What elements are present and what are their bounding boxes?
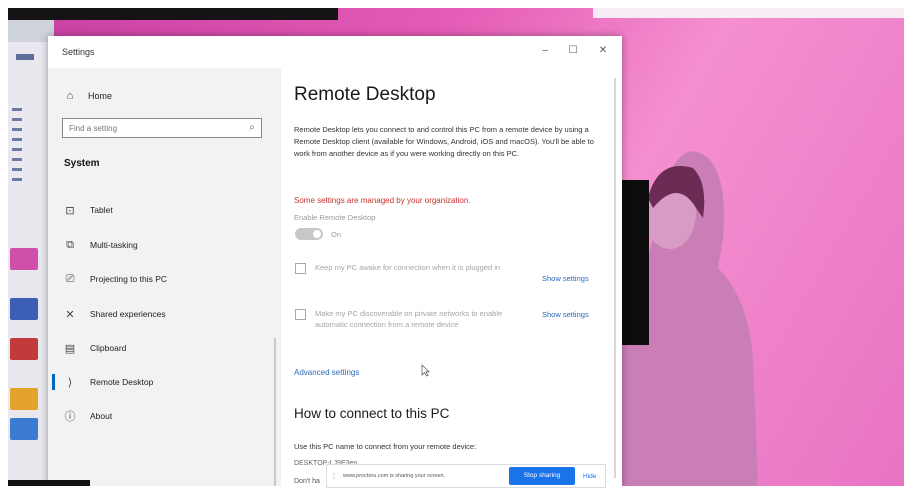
desktop-icon[interactable] (10, 418, 38, 440)
search-input[interactable] (69, 122, 239, 134)
remote-desktop-icon: ⟩ (67, 376, 73, 389)
hide-link[interactable]: Hide (583, 473, 596, 480)
clipboard-icon: ▤ (64, 342, 76, 355)
sidebar-item-label: Tablet (90, 205, 113, 215)
content-scrollbar[interactable] (614, 78, 616, 478)
nav-home-label: Home (88, 91, 113, 101)
close-button[interactable]: ✕ (596, 44, 610, 58)
show-settings-link-1[interactable]: Show settings (542, 274, 589, 283)
sidebar-item-remote-desktop[interactable]: ⟩ Remote Desktop (52, 371, 268, 393)
explorer-tree-row (12, 138, 22, 141)
screen-share-bar: ⁞ www.proctoru.com is sharing your scree… (326, 464, 606, 488)
sidebar-item-label: Multi-tasking (90, 240, 138, 250)
active-indicator (52, 374, 55, 390)
explorer-tree-row (12, 178, 22, 181)
taskbar-fragment (8, 480, 90, 486)
mouse-cursor-icon (421, 364, 430, 377)
sidebar-item-label: Projecting to this PC (90, 274, 168, 284)
discoverable-label: Make my PC discoverable on private netwo… (315, 309, 503, 329)
shared-experiences-icon: ✕ (65, 308, 75, 321)
sidebar-item-label: Remote Desktop (90, 377, 154, 387)
screen-capture-frame: Settings – ☐ ✕ ⌂ Home ⌕ System ⊡ Tablet … (8, 8, 904, 486)
about-icon: ⓘ (64, 411, 76, 423)
stop-sharing-button[interactable]: Stop sharing (509, 467, 575, 485)
managed-by-org-notice: Some settings are managed by your organi… (294, 196, 471, 205)
explorer-ribbon-icon (16, 54, 34, 60)
page-description: Remote Desktop lets you connect to and c… (294, 125, 594, 158)
nav-home[interactable]: ⌂ Home (64, 90, 112, 102)
desktop-icon[interactable] (10, 248, 38, 270)
explorer-tree-row (12, 148, 22, 151)
title-bar[interactable]: Settings – ☐ ✕ (48, 36, 622, 68)
explorer-tree-row (12, 108, 22, 111)
toggle-track[interactable] (295, 228, 323, 240)
desktop-icon[interactable] (10, 298, 38, 320)
enable-remote-desktop-toggle[interactable]: On (295, 228, 341, 240)
how-to-connect-heading: How to connect to this PC (294, 406, 450, 421)
sidebar-scrollbar[interactable] (274, 338, 276, 486)
discoverable-option: Make my PC discoverable on private netwo… (295, 308, 530, 330)
window-title: Settings (62, 47, 95, 57)
page-title: Remote Desktop (294, 84, 436, 105)
desktop-icon[interactable] (10, 388, 38, 410)
sidebar-item-shared-experiences[interactable]: ✕ Shared experiences (58, 303, 268, 325)
desktop-icon[interactable] (10, 338, 38, 360)
projecting-icon: ⎚ (65, 272, 75, 285)
search-icon[interactable]: ⌕ (249, 122, 255, 133)
keep-awake-label: Keep my PC awake for connection when it … (315, 263, 501, 272)
enable-remote-desktop-label: Enable Remote Desktop (294, 213, 376, 222)
toggle-state-label: On (331, 229, 342, 239)
explorer-tree-row (12, 118, 22, 121)
sidebar-item-tablet[interactable]: ⊡ Tablet (58, 199, 268, 221)
explorer-tree-row (12, 128, 22, 131)
sidebar-item-label: Shared experiences (90, 309, 166, 319)
sidebar-item-about[interactable]: ⓘ About (58, 405, 268, 427)
settings-window: Settings – ☐ ✕ ⌂ Home ⌕ System ⊡ Tablet … (48, 36, 622, 486)
sidebar-item-clipboard[interactable]: ▤ Clipboard (58, 337, 268, 359)
connect-description: Use this PC name to connect from your re… (294, 442, 477, 451)
truncated-text: Don't ha (294, 478, 320, 485)
sidebar-item-label: Clipboard (90, 343, 127, 353)
settings-sidebar: ⌂ Home ⌕ System ⊡ Tablet ⧉ Multi-tasking… (48, 68, 281, 486)
search-box[interactable]: ⌕ (62, 118, 262, 138)
maximize-button[interactable]: ☐ (566, 44, 580, 58)
background-titlebar (8, 8, 338, 20)
explorer-tree-row (12, 168, 22, 171)
settings-content: Remote Desktop Remote Desktop lets you c… (281, 68, 622, 486)
sidebar-item-projecting[interactable]: ⎚ Projecting to this PC (58, 268, 268, 290)
explorer-tree-row (12, 158, 22, 161)
share-message: www.proctoru.com is sharing your screen. (343, 473, 446, 479)
toggle-knob (313, 230, 321, 238)
tablet-icon: ⊡ (65, 204, 75, 217)
advanced-settings-link[interactable]: Advanced settings (294, 368, 359, 377)
sidebar-item-multitasking[interactable]: ⧉ Multi-tasking (58, 234, 268, 256)
home-icon: ⌂ (66, 90, 74, 102)
multitasking-icon: ⧉ (66, 238, 74, 251)
drag-handle-icon[interactable]: ⁞ (329, 472, 339, 481)
keep-awake-option: Keep my PC awake for connection when it … (295, 262, 530, 274)
background-window-edge (593, 8, 904, 18)
discoverable-checkbox[interactable] (295, 309, 306, 320)
nav-section-title: System (64, 158, 100, 169)
sidebar-item-label: About (90, 411, 113, 421)
minimize-button[interactable]: – (538, 44, 552, 58)
keep-awake-checkbox[interactable] (295, 263, 306, 274)
show-settings-link-2[interactable]: Show settings (542, 310, 589, 319)
